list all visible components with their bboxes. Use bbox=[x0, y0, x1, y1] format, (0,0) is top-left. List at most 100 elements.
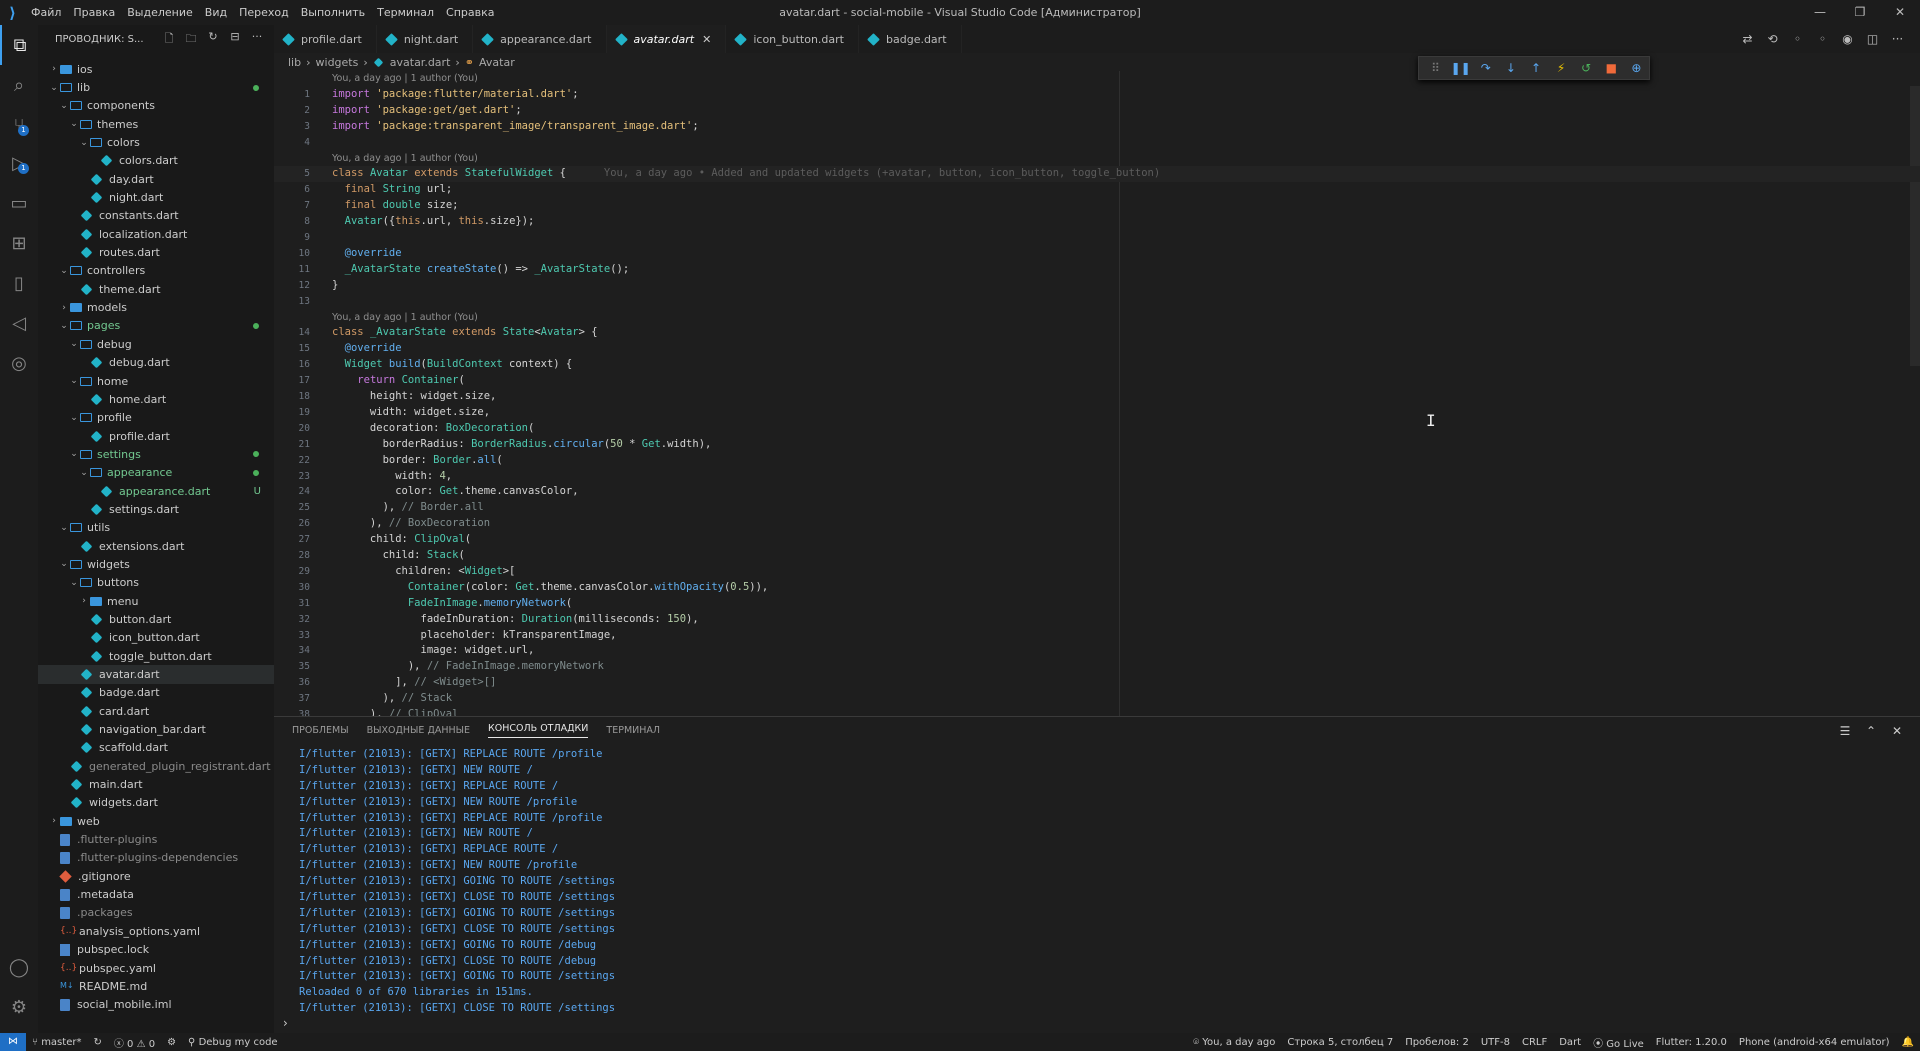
flutter-version[interactable]: Flutter: 1.20.0 bbox=[1650, 1037, 1733, 1048]
step-over-icon[interactable]: ↷ bbox=[1473, 61, 1498, 75]
editor-tab[interactable]: avatar.dart ✕ bbox=[606, 25, 727, 53]
tree-folder[interactable]: ⌄ controllers bbox=[38, 262, 274, 280]
tree-folder[interactable]: ⌄ components bbox=[38, 97, 274, 115]
tree-file[interactable]: {..} pubspec.yaml bbox=[38, 959, 274, 977]
tree-file[interactable]: home.dart bbox=[38, 390, 274, 408]
codelens-blame[interactable]: You, a day ago | 1 author (You) bbox=[274, 151, 1920, 167]
tree-folder[interactable]: ⌄ debug bbox=[38, 335, 274, 353]
tree-folder[interactable]: ⌄ colors bbox=[38, 133, 274, 151]
tree-folder[interactable]: ⌄ lib bbox=[38, 78, 274, 96]
tree-file[interactable]: localization.dart bbox=[38, 225, 274, 243]
tree-file[interactable]: pubspec.lock bbox=[38, 941, 274, 959]
console-input-prompt[interactable]: › bbox=[283, 1016, 288, 1030]
breadcrumb-item[interactable]: lib bbox=[288, 56, 301, 69]
panel-tab[interactable]: ПРОБЛЕМЫ bbox=[292, 725, 349, 736]
minimize-icon[interactable]: — bbox=[1800, 0, 1840, 25]
end-of-line[interactable]: CRLF bbox=[1516, 1037, 1553, 1048]
tree-file[interactable]: .gitignore bbox=[38, 867, 274, 885]
tree-folder[interactable]: ⌄ home bbox=[38, 372, 274, 390]
tree-file[interactable]: debug.dart bbox=[38, 354, 274, 372]
tree-file[interactable]: navigation_bar.dart bbox=[38, 720, 274, 738]
tree-file[interactable]: day.dart bbox=[38, 170, 274, 188]
cursor-position[interactable]: Строка 5, столбец 7 bbox=[1281, 1037, 1399, 1048]
menu-item[interactable]: Правка bbox=[67, 0, 121, 25]
editor-tab[interactable]: profile.dart bbox=[274, 25, 377, 53]
new-folder-icon[interactable]: 🗀 bbox=[180, 30, 202, 49]
tree-file[interactable]: constants.dart bbox=[38, 207, 274, 225]
tree-folder[interactable]: › ios bbox=[38, 60, 274, 78]
sync-icon[interactable]: ↻ bbox=[87, 1037, 107, 1048]
tree-folder[interactable]: ⌄ buttons bbox=[38, 574, 274, 592]
notifications-icon[interactable]: 🔔 bbox=[1896, 1037, 1920, 1048]
tree-file[interactable]: profile.dart bbox=[38, 427, 274, 445]
clear-console-icon[interactable]: ☰ bbox=[1832, 724, 1858, 738]
editor-tab[interactable]: badge.dart bbox=[859, 25, 962, 53]
go-back-icon[interactable]: ⟲ bbox=[1760, 32, 1785, 46]
git-branch[interactable]: ⑂ master* bbox=[26, 1037, 87, 1048]
tree-folder[interactable]: ⌄ widgets bbox=[38, 555, 274, 573]
tree-folder[interactable]: ⌄ utils bbox=[38, 519, 274, 537]
tree-file[interactable]: badge.dart bbox=[38, 684, 274, 702]
tree-file[interactable]: theme.dart bbox=[38, 280, 274, 298]
nav-next-icon[interactable]: ◦ bbox=[1810, 32, 1835, 46]
menu-item[interactable]: Вид bbox=[199, 0, 233, 25]
problems-indicator[interactable]: ⓧ 0 ⚠ 0 bbox=[108, 1035, 161, 1050]
maximize-panel-icon[interactable]: ⌃ bbox=[1858, 724, 1884, 738]
tree-file[interactable]: main.dart bbox=[38, 775, 274, 793]
code-editor[interactable]: You, a day ago | 1 author (You) 1 import '… bbox=[274, 71, 1920, 716]
tree-file[interactable]: button.dart bbox=[38, 610, 274, 628]
open-changes-icon[interactable]: ◉ bbox=[1835, 32, 1860, 46]
codelens-blame[interactable]: You, a day ago | 1 author (You) bbox=[274, 310, 1920, 326]
tree-file[interactable]: appearance.dart U bbox=[38, 482, 274, 500]
menu-item[interactable]: Справка bbox=[440, 0, 500, 25]
restore-icon[interactable]: ❐ bbox=[1840, 0, 1880, 25]
menu-item[interactable]: Переход bbox=[233, 0, 295, 25]
breadcrumb-item[interactable]: Avatar bbox=[479, 56, 515, 69]
tree-folder[interactable]: › models bbox=[38, 298, 274, 316]
remote-icon[interactable]: ⋈ bbox=[0, 1033, 26, 1051]
flutter-icon[interactable]: ◁ bbox=[0, 303, 38, 343]
tree-file[interactable]: social_mobile.iml bbox=[38, 996, 274, 1014]
menu-item[interactable]: Выделение bbox=[121, 0, 199, 25]
go-live-button[interactable]: ⦿ Go Live bbox=[1587, 1035, 1650, 1050]
source-control-icon[interactable]: ⑂ 1 bbox=[0, 105, 38, 145]
tree-file[interactable]: scaffold.dart bbox=[38, 739, 274, 757]
editor-tab[interactable]: icon_button.dart bbox=[726, 25, 859, 53]
menu-item[interactable]: Файл bbox=[25, 0, 67, 25]
step-out-icon[interactable]: ↑ bbox=[1523, 61, 1548, 75]
tree-folder[interactable]: ⌄ themes bbox=[38, 115, 274, 133]
tree-file[interactable]: .flutter-plugins-dependencies bbox=[38, 849, 274, 867]
tree-folder[interactable]: ⌄ settings bbox=[38, 445, 274, 463]
git-blame[interactable]: ⌾ You, a day ago bbox=[1187, 1037, 1281, 1048]
tree-file[interactable]: {..} analysis_options.yaml bbox=[38, 922, 274, 940]
language-mode[interactable]: Dart bbox=[1553, 1037, 1587, 1048]
bookmarks-icon[interactable]: ▯ bbox=[0, 263, 38, 303]
split-editor-icon[interactable]: ◫ bbox=[1860, 32, 1885, 46]
panel-tab[interactable]: ВЫХОДНЫЕ ДАННЫЕ bbox=[367, 725, 470, 736]
tree-file[interactable]: extensions.dart bbox=[38, 537, 274, 555]
tree-file[interactable]: widgets.dart bbox=[38, 794, 274, 812]
breadcrumb-item[interactable]: avatar.dart bbox=[390, 56, 451, 69]
more-editor-actions-icon[interactable]: ··· bbox=[1885, 32, 1910, 46]
editor-tab[interactable]: appearance.dart bbox=[473, 25, 607, 53]
restart-icon[interactable]: ↺ bbox=[1574, 61, 1599, 75]
pause-icon[interactable]: ❚❚ bbox=[1448, 61, 1473, 75]
tree-file[interactable]: avatar.dart bbox=[38, 665, 274, 684]
tree-file[interactable]: .packages bbox=[38, 904, 274, 922]
panel-tab[interactable]: КОНСОЛЬ ОТЛАДКИ bbox=[488, 723, 589, 738]
close-window-icon[interactable]: ✕ bbox=[1880, 0, 1920, 25]
tree-file[interactable]: M↓ README.md bbox=[38, 977, 274, 995]
inspect-widget-icon[interactable]: ⊕ bbox=[1624, 61, 1649, 75]
device-selector[interactable]: Phone (android-x64 emulator) bbox=[1733, 1037, 1896, 1048]
codelens-blame[interactable]: You, a day ago | 1 author (You) bbox=[274, 71, 1920, 87]
more-actions-icon[interactable]: ··· bbox=[246, 30, 268, 49]
nav-prev-icon[interactable]: ◦ bbox=[1785, 32, 1810, 46]
explorer-icon[interactable]: ⧉ bbox=[0, 25, 38, 65]
run-debug-icon[interactable]: ▷ 1 bbox=[0, 143, 38, 183]
tree-file[interactable]: colors.dart bbox=[38, 152, 274, 170]
encoding[interactable]: UTF-8 bbox=[1475, 1037, 1516, 1048]
hot-reload-icon[interactable]: ⚡ bbox=[1549, 61, 1574, 75]
tree-file[interactable]: .flutter-plugins bbox=[38, 830, 274, 848]
collapse-all-icon[interactable]: ⊟ bbox=[224, 30, 246, 49]
tree-file[interactable]: generated_plugin_registrant.dart bbox=[38, 757, 274, 775]
